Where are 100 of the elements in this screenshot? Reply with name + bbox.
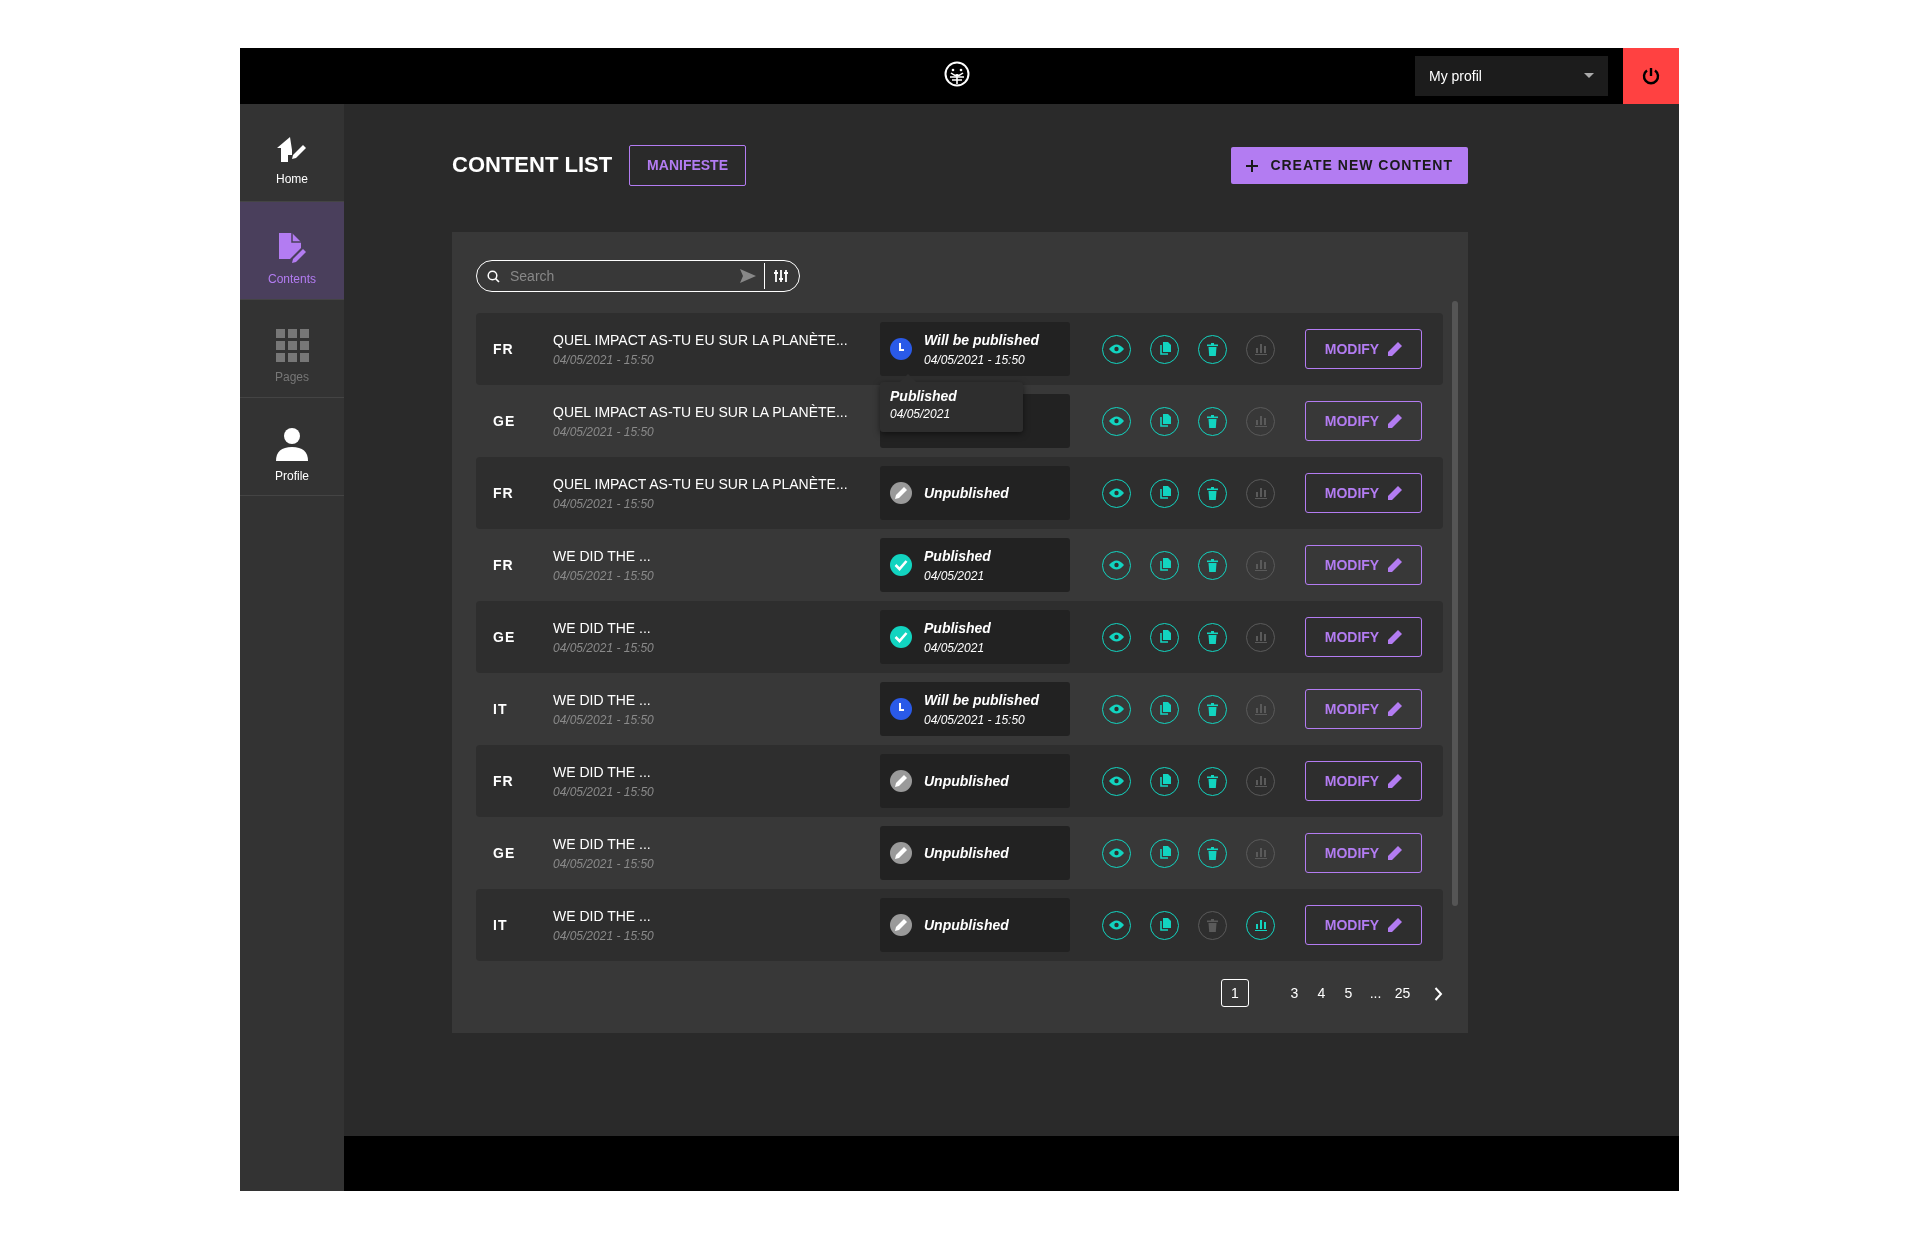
status-date: 04/05/2021 - 15:50: [924, 351, 1026, 369]
copy-icon: [1158, 558, 1171, 572]
status-label: Unpublished: [924, 771, 1009, 791]
content-title[interactable]: WE DID THE ...: [553, 761, 880, 783]
profile-dropdown[interactable]: My profil: [1415, 56, 1608, 96]
trash-icon: [1207, 414, 1218, 428]
page-link[interactable]: 3: [1281, 982, 1308, 1004]
content-date: 04/05/2021 - 15:50: [553, 711, 655, 729]
content-date: 04/05/2021 - 15:50: [553, 855, 655, 873]
language-code: FR: [492, 555, 515, 575]
copy-icon: [1158, 702, 1171, 716]
content-title[interactable]: WE DID THE ...: [553, 545, 880, 567]
bar-chart-icon: [1254, 487, 1267, 499]
sidebar-item[interactable]: Profile: [240, 398, 344, 496]
bar-chart-icon: [1254, 343, 1267, 355]
status-date: 04/05/2021: [924, 567, 986, 585]
content-date: 04/05/2021 - 15:50: [553, 567, 655, 585]
language-code: IT: [492, 699, 509, 719]
person-icon: [275, 426, 309, 461]
page-link[interactable]: ...: [1362, 982, 1389, 1004]
language-code: FR: [492, 771, 515, 791]
modify-button[interactable]: MODIFY: [1305, 545, 1422, 585]
bar-chart-icon: [1254, 703, 1267, 715]
filter-icon[interactable]: [773, 269, 789, 283]
modify-button[interactable]: MODIFY: [1305, 905, 1422, 945]
content-date: 04/05/2021 - 15:50: [553, 927, 655, 945]
status-label: Unpublished: [924, 843, 1009, 863]
modify-button[interactable]: MODIFY: [1305, 401, 1422, 441]
logo-icon: [944, 61, 970, 87]
pencil-icon: [1388, 702, 1403, 716]
search-input[interactable]: Search: [508, 264, 732, 288]
trash-icon: [1207, 630, 1218, 644]
language-code: GE: [492, 411, 517, 431]
bar-chart-icon: [1254, 415, 1267, 427]
send-icon[interactable]: [739, 269, 756, 283]
content-date: 04/05/2021 - 15:50: [553, 351, 655, 369]
create-button[interactable]: CREATE NEW CONTENT: [1231, 147, 1468, 184]
clock-icon: [890, 338, 912, 360]
content-date: 04/05/2021 - 15:50: [553, 423, 655, 441]
manifest-button[interactable]: MANIFESTE: [629, 145, 746, 186]
pencil-icon: [1388, 486, 1403, 500]
content-title[interactable]: WE DID THE ...: [553, 689, 880, 711]
language-code: FR: [492, 339, 515, 359]
pencil-icon: [1388, 918, 1403, 932]
status-date: 04/05/2021 - 15:50: [924, 711, 1026, 729]
trash-icon: [1207, 918, 1218, 932]
content-title[interactable]: WE DID THE ...: [553, 905, 880, 927]
plus-icon: [1246, 159, 1259, 172]
modify-button[interactable]: MODIFY: [1305, 617, 1422, 657]
trash-icon: [1207, 558, 1218, 572]
eye-icon: [1109, 560, 1124, 570]
copy-icon: [1158, 918, 1171, 932]
page-link[interactable]: 1: [1221, 979, 1249, 1007]
content-title[interactable]: QUEL IMPACT AS-TU EU SUR LA PLANÈTE...: [553, 473, 880, 495]
modify-button[interactable]: MODIFY: [1305, 833, 1422, 873]
content-title[interactable]: WE DID THE ...: [553, 617, 880, 639]
status-label: Unpublished: [924, 915, 1009, 935]
bar-chart-icon: [1254, 775, 1267, 787]
modify-button[interactable]: MODIFY: [1305, 473, 1422, 513]
check-icon: [890, 554, 912, 576]
modify-button[interactable]: MODIFY: [1305, 329, 1422, 369]
trash-icon: [1207, 846, 1218, 860]
content-title[interactable]: QUEL IMPACT AS-TU EU SUR LA PLANÈTE...: [553, 401, 880, 423]
language-code: IT: [492, 915, 509, 935]
pen-icon: [890, 482, 912, 504]
eye-icon: [1109, 488, 1124, 498]
eye-icon: [1109, 344, 1124, 354]
bar-chart-icon: [1254, 559, 1267, 571]
pencil-icon: [1388, 846, 1403, 860]
pencil-icon: [1388, 342, 1403, 356]
content-date: 04/05/2021 - 15:50: [553, 783, 655, 801]
page-title: CONTENT LIST: [452, 152, 613, 179]
eye-icon: [1109, 632, 1124, 642]
pencil-icon: [1388, 774, 1403, 788]
content-title[interactable]: QUEL IMPACT AS-TU EU SUR LA PLANÈTE...: [553, 329, 880, 351]
modify-button[interactable]: MODIFY: [1305, 761, 1422, 801]
eye-icon: [1109, 848, 1124, 858]
status-label: Will be published: [924, 330, 1039, 350]
page-link[interactable]: 25: [1389, 982, 1416, 1004]
language-code: FR: [492, 483, 515, 503]
eye-icon: [1109, 920, 1124, 930]
clock-icon: [890, 698, 912, 720]
status-label: Published: [924, 546, 991, 566]
copy-icon: [1158, 486, 1171, 500]
page-link[interactable]: 5: [1335, 982, 1362, 1004]
page-link[interactable]: 4: [1308, 982, 1335, 1004]
pen-icon: [890, 842, 912, 864]
home-edit-icon: [276, 135, 308, 164]
power-icon: [1641, 66, 1661, 86]
scrollbar[interactable]: [1452, 301, 1458, 906]
content-title[interactable]: WE DID THE ...: [553, 833, 880, 855]
language-code: GE: [492, 627, 517, 647]
power-button[interactable]: [1623, 48, 1679, 104]
status-label: Will be published: [924, 690, 1039, 710]
eye-icon: [1109, 416, 1124, 426]
modify-button[interactable]: MODIFY: [1305, 689, 1422, 729]
copy-icon: [1158, 630, 1171, 644]
pencil-icon: [1388, 558, 1403, 572]
search-icon: [487, 269, 500, 283]
trash-icon: [1207, 342, 1218, 356]
